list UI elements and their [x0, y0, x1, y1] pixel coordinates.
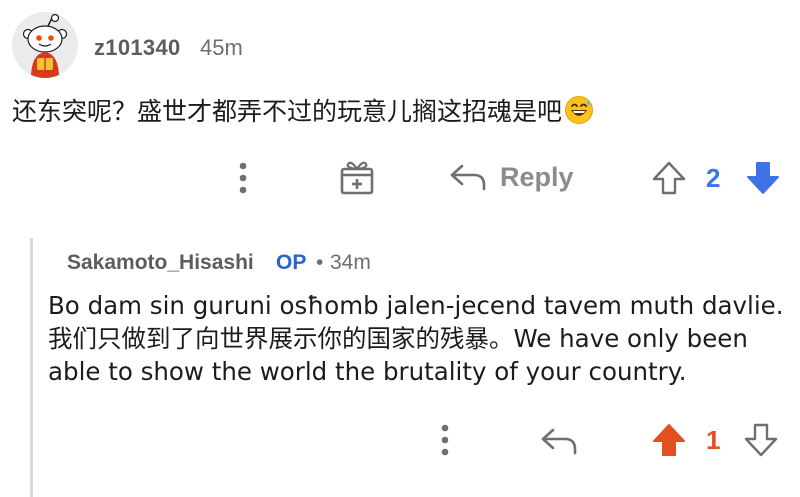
downvote-button[interactable] — [744, 158, 782, 198]
reply-arrow-icon — [541, 428, 577, 455]
comment-author[interactable]: z101340 — [94, 35, 181, 61]
op-badge: OP — [276, 251, 307, 274]
gift-award-icon — [340, 161, 374, 195]
avatar[interactable] — [12, 12, 78, 78]
downvote-arrow-icon — [744, 423, 778, 457]
reply-arrow-icon — [450, 164, 486, 191]
reply-comment: Sakamoto_Hisashi OP • 34m Bo dam sin gur… — [0, 215, 800, 497]
downvote-button[interactable] — [742, 420, 780, 460]
comment-timestamp: 45m — [200, 35, 243, 60]
comment-body: 还东突呢？盛世才都弄不过的玩意儿搁这招魂是吧 — [12, 92, 594, 131]
vote-score: 1 — [706, 425, 721, 455]
upvote-arrow-icon — [653, 424, 685, 456]
downvote-arrow-icon — [747, 162, 779, 194]
upvote-button[interactable] — [650, 420, 688, 460]
upvote-arrow-icon — [652, 161, 686, 195]
reply-button[interactable] — [538, 421, 580, 461]
reply-author[interactable]: Sakamoto_Hisashi — [67, 251, 254, 275]
grinning-sweat-emoji-icon — [564, 95, 594, 131]
meta-separator: • — [316, 251, 324, 274]
reply-label: Reply — [500, 161, 574, 192]
reply-body: Bo dam sin guruni osħomb jalen-jecend ta… — [48, 291, 784, 386]
comment-text: 还东突呢？盛世才都弄不过的玩意儿搁这招魂是吧 — [12, 97, 563, 126]
reply-timestamp: 34m — [330, 251, 371, 274]
award-button[interactable] — [336, 156, 378, 198]
reddit-snoo-avatar — [12, 12, 78, 78]
upvote-button[interactable] — [650, 158, 688, 198]
more-vertical-icon — [441, 424, 449, 456]
reply-button[interactable]: Reply — [448, 156, 574, 198]
more-options-button[interactable] — [432, 420, 458, 460]
more-vertical-icon — [239, 162, 247, 194]
parent-comment: z101340 45m 还东突呢？盛世才都弄不过的玩意儿搁这招魂是吧 Reply… — [0, 0, 800, 215]
vote-score: 2 — [706, 163, 721, 193]
more-options-button[interactable] — [230, 158, 256, 198]
